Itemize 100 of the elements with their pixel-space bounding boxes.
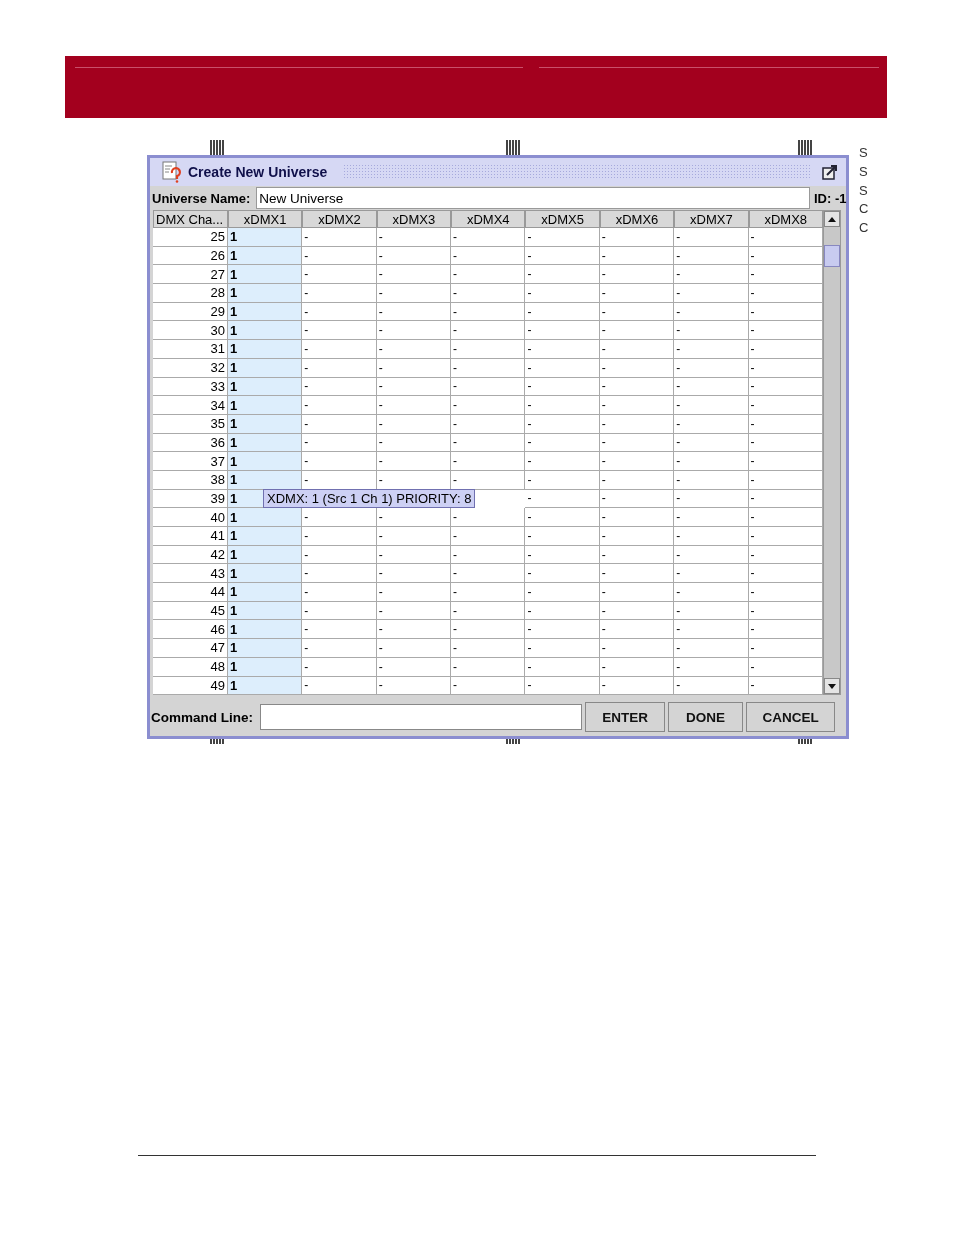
table-cell: 1 (228, 396, 303, 415)
table-cell: - (599, 358, 675, 378)
table-cell: - (302, 583, 377, 602)
table-cell: - (674, 527, 749, 546)
table-cell: - (748, 583, 823, 602)
table-cell: - (376, 676, 452, 696)
table-cell: - (525, 657, 600, 677)
dialog-button[interactable]: DONE (668, 702, 743, 733)
column-header[interactable]: xDMX6 (599, 210, 675, 228)
table-cell: - (748, 527, 823, 546)
table-cell: - (451, 228, 526, 247)
command-line-field[interactable] (260, 704, 582, 731)
table-cell: 1 (228, 321, 303, 341)
table-cell: - (748, 639, 823, 658)
table-cell: - (748, 340, 823, 359)
side-letter: S (859, 144, 869, 162)
table-cell: - (748, 470, 823, 490)
table-cell: - (376, 340, 452, 359)
table-cell: - (376, 284, 452, 303)
table-cell: - (451, 676, 526, 696)
channel-cell: 49 (153, 676, 228, 696)
table-cell: - (599, 657, 675, 677)
table-cell: - (451, 358, 526, 378)
column-header[interactable]: xDMX3 (376, 210, 452, 228)
table-cell: 1 (228, 284, 303, 303)
table-cell: - (376, 358, 452, 378)
tooltip: XDMX: 1 (Src 1 Ch 1) PRIORITY: 8 (263, 489, 476, 508)
scrollbar[interactable] (823, 210, 841, 696)
table-cell: - (376, 583, 452, 602)
scroll-down-icon[interactable] (824, 678, 840, 695)
scroll-thumb[interactable] (824, 245, 840, 267)
table-cell: - (451, 340, 526, 359)
table-cell: - (525, 414, 600, 434)
column-header[interactable]: xDMX7 (674, 210, 749, 228)
universe-name-label: Universe Name: (151, 190, 252, 206)
table-cell: - (451, 284, 526, 303)
table-cell: - (525, 639, 600, 658)
channel-cell: 32 (153, 358, 228, 378)
side-letter: C (859, 219, 869, 238)
table-cell: - (525, 340, 600, 359)
table-cell: - (302, 228, 377, 247)
table-cell: - (451, 452, 526, 471)
side-letter: C (859, 200, 869, 219)
table-cell: - (674, 452, 749, 471)
column-header[interactable]: xDMX4 (451, 210, 526, 228)
channel-cell: 25 (153, 228, 228, 247)
dialog-button[interactable]: ENTER (585, 702, 665, 733)
table-cell: 1 (228, 527, 303, 546)
channel-cell: 41 (153, 527, 228, 546)
table-cell: - (748, 414, 823, 434)
column-header[interactable]: xDMX2 (302, 210, 377, 228)
table-cell: 1 (228, 508, 303, 527)
table-cell: 1 (228, 340, 303, 359)
table-cell: - (302, 284, 377, 303)
channel-cell: 37 (153, 452, 228, 471)
column-header[interactable]: xDMX5 (525, 210, 600, 228)
table-cell: - (748, 396, 823, 415)
table-cell: - (376, 639, 452, 658)
table-cell: - (302, 527, 377, 546)
table-cell: - (302, 358, 377, 378)
column-header[interactable]: xDMX8 (748, 210, 823, 228)
table-cell: - (674, 284, 749, 303)
table-cell: - (376, 414, 452, 434)
channel-cell: 31 (153, 340, 228, 359)
channel-cell: 28 (153, 284, 228, 303)
table-cell: - (302, 340, 377, 359)
table-cell: - (599, 284, 675, 303)
table-cell: - (674, 228, 749, 247)
dialog-button[interactable]: CANCEL (746, 702, 835, 733)
table-cell: - (376, 396, 452, 415)
column-header[interactable]: DMX Cha... (153, 210, 228, 228)
column-header[interactable]: xDMX1 (228, 210, 303, 228)
universe-name-field[interactable]: New Universe (256, 187, 810, 209)
table-cell: - (748, 452, 823, 471)
table-cell: - (599, 414, 675, 434)
table-cell: - (748, 358, 823, 378)
table-cell: - (674, 340, 749, 359)
side-letter: S (859, 162, 869, 181)
table-cell: - (674, 583, 749, 602)
maximize-icon[interactable] (822, 164, 838, 180)
help-document-icon (162, 161, 182, 183)
table-cell: 1 (228, 639, 303, 658)
table-cell: - (302, 414, 377, 434)
table-cell: - (674, 470, 749, 490)
table-cell: - (599, 676, 675, 696)
table-cell: - (674, 358, 749, 378)
table-cell: - (376, 657, 452, 677)
table-cell: - (525, 228, 600, 247)
table-cell: - (674, 414, 749, 434)
table-cell: - (599, 228, 675, 247)
divider-grip-icon (798, 140, 812, 156)
scroll-up-icon[interactable] (824, 211, 840, 227)
channel-cell: 35 (153, 414, 228, 434)
table-cell: - (748, 657, 823, 677)
table-cell: 1 (228, 583, 303, 602)
table-cell: - (302, 676, 377, 696)
channel-cell: 44 (153, 583, 228, 602)
table-cell: - (674, 639, 749, 658)
channel-cell: 38 (153, 470, 228, 490)
channel-cell: 34 (153, 396, 228, 415)
